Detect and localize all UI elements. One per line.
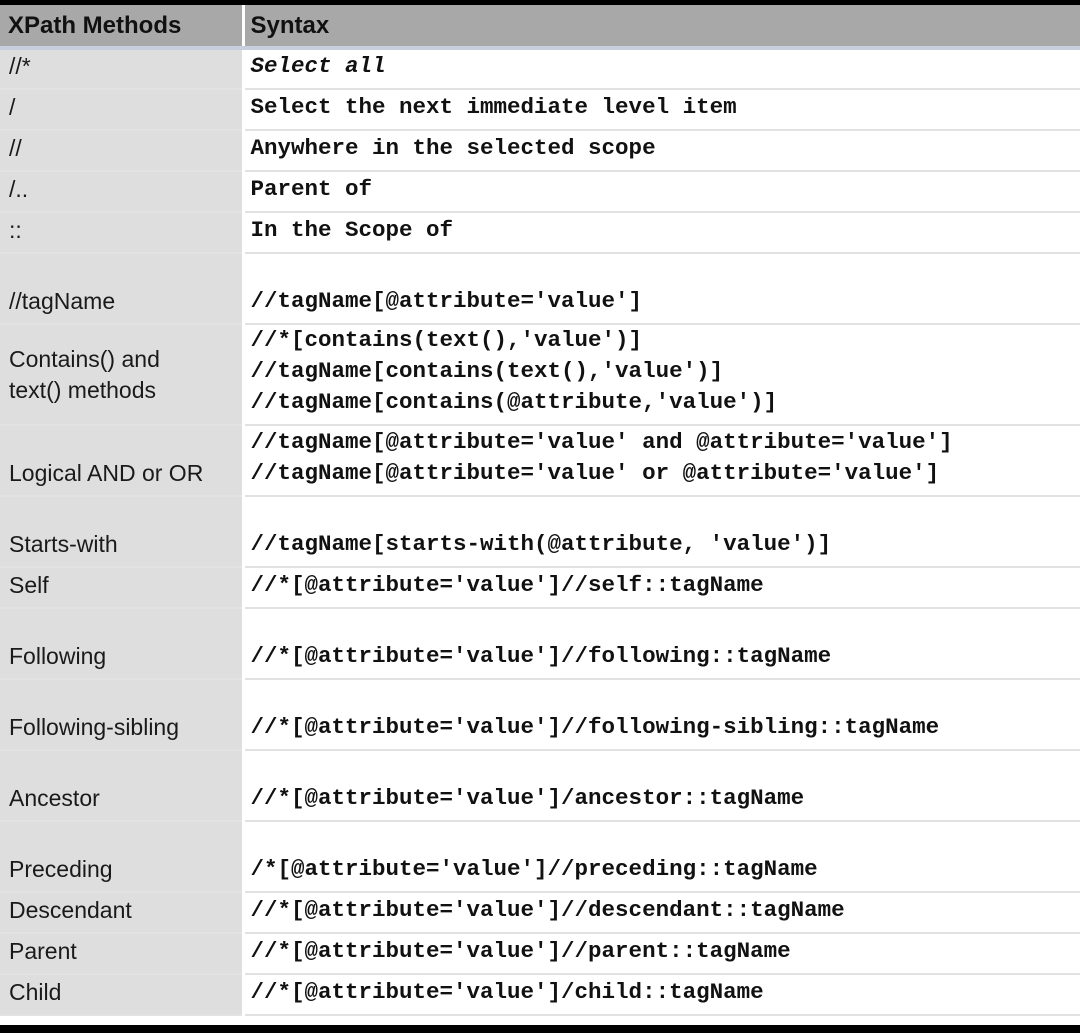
table-row: //* Select all xyxy=(0,48,1080,90)
syntax-line: Parent of xyxy=(250,176,373,202)
method-cell: //tagName xyxy=(0,253,245,325)
syntax-line: //*[@attribute='value']/ancestor::tagNam… xyxy=(250,785,805,811)
method-cell: / xyxy=(0,89,245,131)
syntax-cell: Parent of xyxy=(243,171,1080,213)
syntax-line: //tagName[@attribute='value' and @attrib… xyxy=(250,429,953,455)
method-cell: Self xyxy=(0,567,245,609)
method-cell: Descendant xyxy=(0,892,245,934)
table-row: Contains() and text() methods//*[contain… xyxy=(0,324,1080,426)
syntax-line: In the Scope of xyxy=(250,217,454,243)
table-row: Logical AND or OR//tagName[@attribute='v… xyxy=(0,425,1080,497)
method-cell: Starts-with xyxy=(0,496,245,568)
table-row: Child//*[@attribute='value']/child::tagN… xyxy=(0,974,1080,1016)
syntax-line: //*[contains(text(),'value')] xyxy=(250,327,643,353)
table-header-row: XPath Methods Syntax xyxy=(0,5,1080,50)
syntax-cell: Anywhere in the selected scope xyxy=(243,130,1080,172)
table-body: //* Select all / Select the next immediate … xyxy=(0,48,1080,1016)
method-cell: Contains() and text() methods xyxy=(0,324,245,426)
syntax-cell: //*[contains(text(),'value')] //tagName[c… xyxy=(243,324,1080,426)
method-cell: Child xyxy=(0,974,245,1016)
table-row: Self//*[@attribute='value']//self::tagNa… xyxy=(0,567,1080,609)
syntax-line: //*[@attribute='value']//self::tagName xyxy=(250,572,764,598)
syntax-line: //tagName[@attribute='value' or @attribu… xyxy=(250,460,940,486)
table-row: Following-sibling//*[@attribute='value']… xyxy=(0,679,1080,751)
table-row: Preceding/*[@attribute='value']//precedi… xyxy=(0,821,1080,893)
syntax-line: //tagName[starts-with(@attribute, 'value… xyxy=(250,531,832,557)
syntax-cell: //*[@attribute='value']/ancestor::tagNam… xyxy=(243,750,1080,822)
table-row: Ancestor//*[@attribute='value']/ancestor… xyxy=(0,750,1080,822)
syntax-cell: //tagName[starts-with(@attribute, 'value… xyxy=(243,496,1080,568)
syntax-cell: In the Scope of xyxy=(243,212,1080,254)
method-cell: // xyxy=(0,130,245,172)
syntax-line: Select the next immediate level item xyxy=(250,94,737,120)
table-row: / Select the next immediate level item xyxy=(0,89,1080,131)
syntax-line: //*[@attribute='value']//descendant::tag… xyxy=(250,897,845,923)
table-row: /.. Parent of xyxy=(0,171,1080,213)
table-row: Following//*[@attribute='value']//follow… xyxy=(0,608,1080,680)
syntax-line: //tagName[contains(text(),'value')] xyxy=(250,358,724,384)
syntax-cell: //*[@attribute='value']//self::tagName xyxy=(243,567,1080,609)
syntax-line: //tagName[contains(@attribute,'value')] xyxy=(250,389,778,415)
syntax-cell: //tagName[@attribute='value'] xyxy=(243,253,1080,325)
method-cell: Ancestor xyxy=(0,750,245,822)
method-cell: Following-sibling xyxy=(0,679,245,751)
method-cell: Parent xyxy=(0,933,245,975)
table-row: //Anywhere in the selected scope xyxy=(0,130,1080,172)
method-cell: Preceding xyxy=(0,821,245,893)
syntax-cell: //*[@attribute='value']//following-sibli… xyxy=(243,679,1080,751)
table-row: Parent//*[@attribute='value']//parent::t… xyxy=(0,933,1080,975)
syntax-line: //*[@attribute='value']//parent::tagName xyxy=(250,938,791,964)
syntax-line: /*[@attribute='value']//preceding::tagNa… xyxy=(250,856,818,882)
syntax-cell: /*[@attribute='value']//preceding::tagNa… xyxy=(243,821,1080,893)
syntax-cell: //*[@attribute='value']//descendant::tag… xyxy=(243,892,1080,934)
xpath-methods-table: XPath Methods Syntax //* Select all / Selec… xyxy=(0,5,1080,1016)
syntax-cell: //*[@attribute='value']//parent::tagName xyxy=(243,933,1080,975)
method-cell: Logical AND or OR xyxy=(0,425,245,497)
syntax-line: //*[@attribute='value']/child::tagName xyxy=(250,979,764,1005)
method-cell: /.. xyxy=(0,171,245,213)
syntax-line: Anywhere in the selected scope xyxy=(250,135,656,161)
syntax-cell: Select all xyxy=(243,48,1080,90)
table-row: Starts-with//tagName[starts-with(@attrib… xyxy=(0,496,1080,568)
table-row: //tagName//tagName[@attribute='value'] xyxy=(0,253,1080,325)
syntax-cell: //*[@attribute='value']/child::tagName xyxy=(243,974,1080,1016)
syntax-line: //*[@attribute='value']//following-sibli… xyxy=(250,714,940,740)
xpath-cheatsheet: XPath Methods Syntax //* Select all / Selec… xyxy=(0,5,1080,1025)
syntax-cell: //*[@attribute='value']//following::tagN… xyxy=(243,608,1080,680)
table-row: :: In the Scope of xyxy=(0,212,1080,254)
header-methods: XPath Methods xyxy=(0,5,243,50)
table-row: Descendant//*[@attribute='value']//desce… xyxy=(0,892,1080,934)
method-cell: :: xyxy=(0,212,245,254)
syntax-cell: Select the next immediate level item xyxy=(243,89,1080,131)
header-syntax: Syntax xyxy=(241,5,1080,50)
method-cell: //* xyxy=(0,48,245,90)
syntax-line: //*[@attribute='value']//following::tagN… xyxy=(250,643,832,669)
syntax-cell: //tagName[@attribute='value' and @attrib… xyxy=(243,425,1080,497)
syntax-line: Select all xyxy=(250,53,386,79)
method-cell: Following xyxy=(0,608,245,680)
syntax-line: //tagName[@attribute='value'] xyxy=(250,288,643,314)
